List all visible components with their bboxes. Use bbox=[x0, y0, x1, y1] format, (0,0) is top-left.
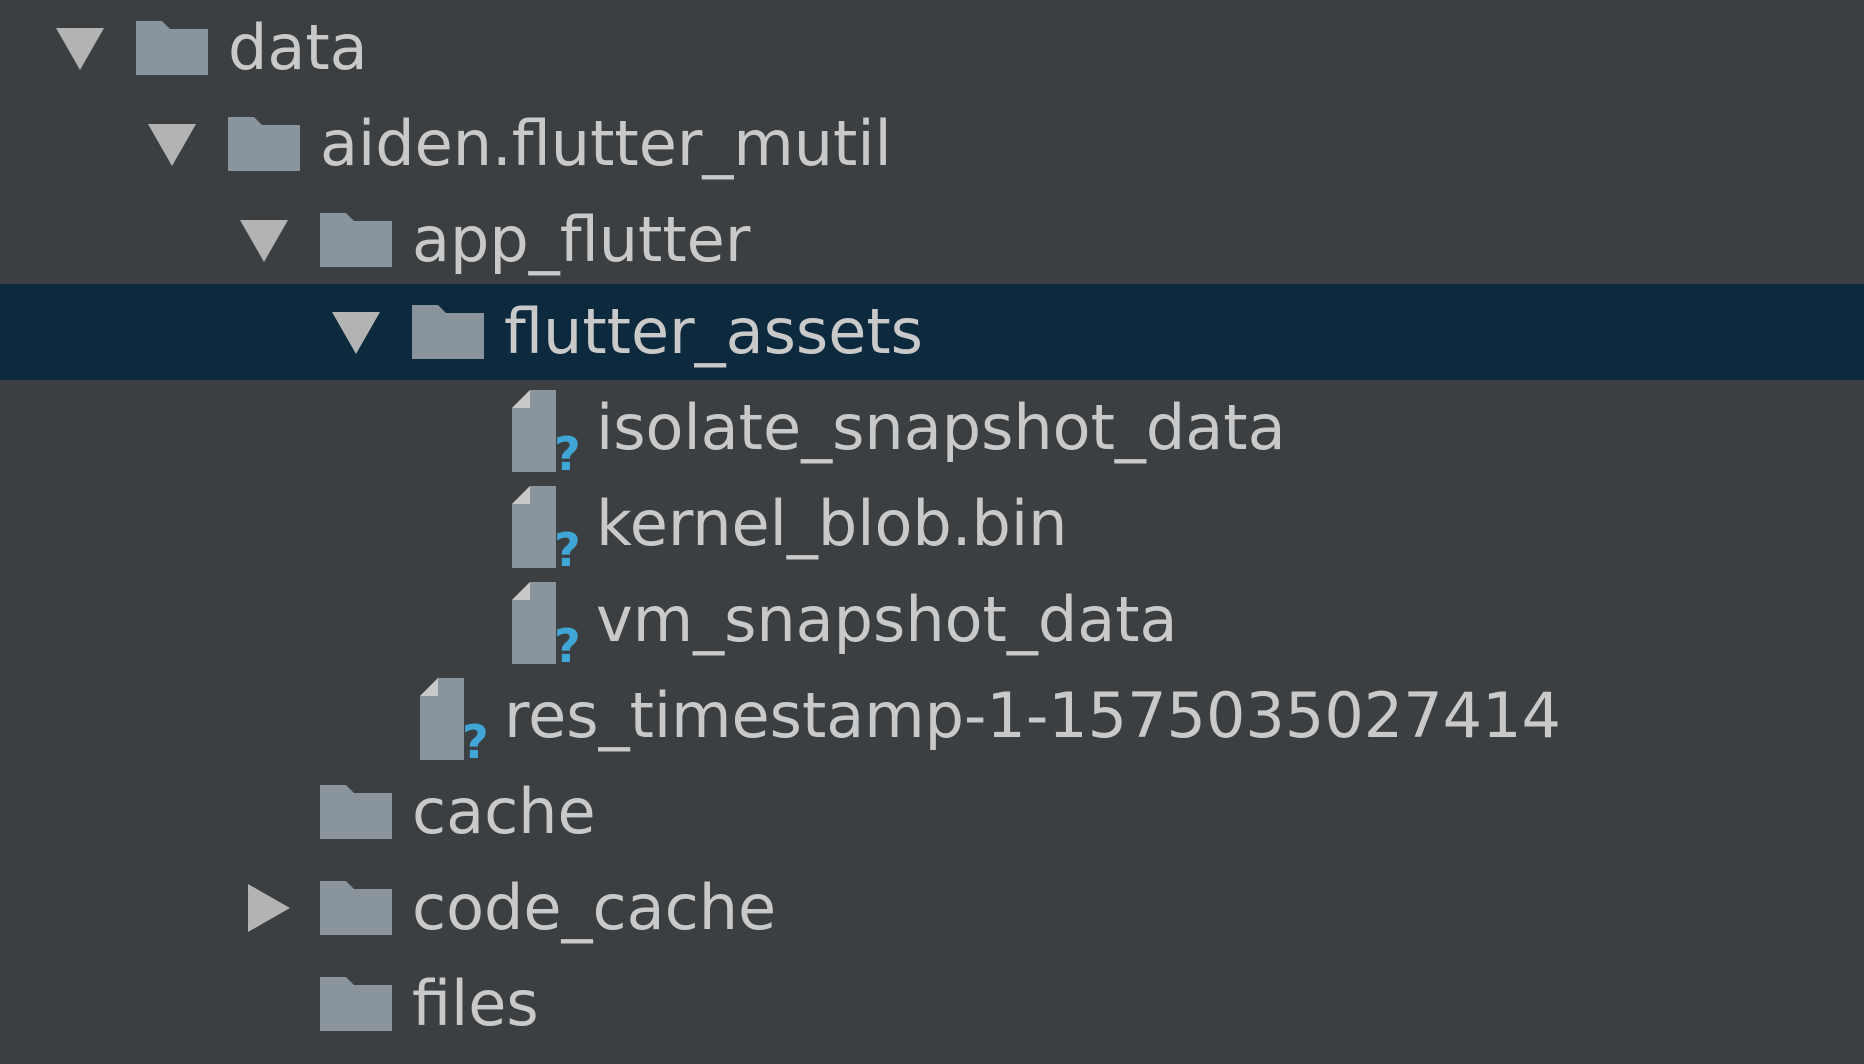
folder-icon bbox=[320, 977, 392, 1031]
expanded-arrow-icon[interactable] bbox=[328, 304, 384, 360]
tree-row-label: files bbox=[412, 967, 539, 1040]
svg-text:?: ? bbox=[462, 715, 486, 760]
unknown-file-icon: ? bbox=[512, 582, 578, 664]
unknown-file-icon: ? bbox=[512, 390, 578, 472]
folder-icon bbox=[320, 213, 392, 267]
expanded-arrow-icon[interactable] bbox=[52, 20, 108, 76]
tree-row-files[interactable]: files bbox=[0, 956, 1864, 1052]
unknown-file-icon: ? bbox=[512, 486, 578, 568]
tree-row-res-timestamp[interactable]: ? res_timestamp-1-1575035027414 bbox=[0, 668, 1864, 764]
tree-row-label: aiden.flutter_mutil bbox=[320, 107, 892, 180]
folder-icon bbox=[136, 21, 208, 75]
folder-icon bbox=[228, 117, 300, 171]
collapsed-arrow-icon[interactable] bbox=[240, 880, 296, 936]
tree-row-label: code_cache bbox=[412, 871, 777, 944]
tree-row-label: vm_snapshot_data bbox=[596, 583, 1178, 656]
expanded-arrow-icon[interactable] bbox=[144, 116, 200, 172]
folder-icon bbox=[320, 881, 392, 935]
tree-row-kernel-blob-bin[interactable]: ? kernel_blob.bin bbox=[0, 476, 1864, 572]
tree-row-isolate-snapshot-data[interactable]: ? isolate_snapshot_data bbox=[0, 380, 1864, 476]
unknown-file-icon: ? bbox=[420, 678, 486, 760]
folder-icon bbox=[320, 785, 392, 839]
tree-row-label: isolate_snapshot_data bbox=[596, 391, 1286, 464]
svg-text:?: ? bbox=[554, 523, 578, 568]
tree-row-aiden-flutter-mutil[interactable]: aiden.flutter_mutil bbox=[0, 96, 1864, 192]
tree-row-flutter-assets[interactable]: flutter_assets bbox=[0, 284, 1864, 380]
tree-row-label: flutter_assets bbox=[504, 295, 923, 368]
tree-row-label: data bbox=[228, 11, 368, 84]
tree-row-label: res_timestamp-1-1575035027414 bbox=[504, 679, 1561, 752]
project-file-tree: data aiden.flutter_mutil app_flutter flu… bbox=[0, 0, 1864, 1064]
tree-row-data[interactable]: data bbox=[0, 0, 1864, 96]
tree-row-cache[interactable]: cache bbox=[0, 764, 1864, 860]
tree-row-label: cache bbox=[412, 775, 596, 848]
tree-row-label: app_flutter bbox=[412, 203, 751, 276]
svg-text:?: ? bbox=[554, 427, 578, 472]
expanded-arrow-icon[interactable] bbox=[236, 212, 292, 268]
folder-icon bbox=[412, 305, 484, 359]
tree-row-app-flutter[interactable]: app_flutter bbox=[0, 192, 1864, 288]
tree-row-label: kernel_blob.bin bbox=[596, 487, 1068, 560]
tree-row-code-cache[interactable]: code_cache bbox=[0, 860, 1864, 956]
tree-row-vm-snapshot-data[interactable]: ? vm_snapshot_data bbox=[0, 572, 1864, 668]
svg-text:?: ? bbox=[554, 619, 578, 664]
